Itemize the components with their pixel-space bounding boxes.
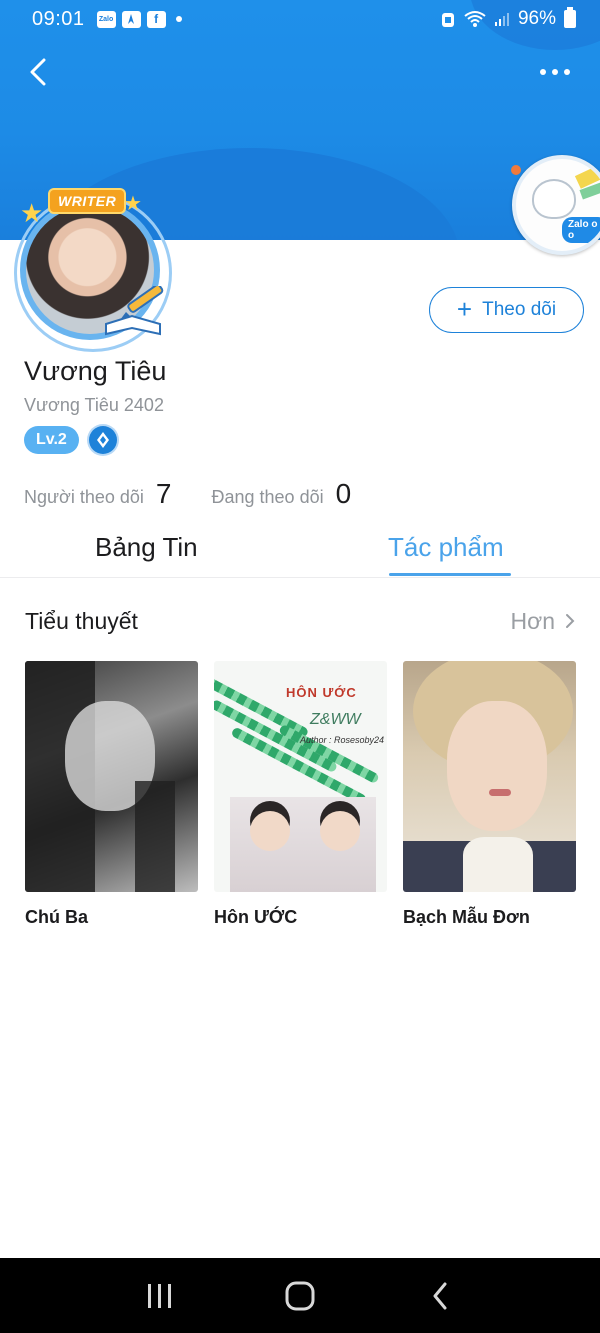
tab-news-feed[interactable]: Bảng Tin (95, 532, 198, 563)
book-title[interactable]: Chú Ba (25, 907, 198, 928)
status-bar: 09:01 Zalo f 96% (0, 0, 600, 38)
chevron-left-icon (30, 58, 46, 86)
section-title: Tiểu thuyết (25, 607, 138, 634)
star-icon: ★ (124, 193, 142, 215)
back-arrow-icon (433, 1282, 447, 1309)
profile-username: Vương Tiêu 2402 (24, 395, 164, 415)
status-time: 09:01 (32, 7, 85, 30)
profile-badges: Lv.2 (24, 426, 117, 454)
active-tab-indicator (389, 573, 511, 576)
recent-apps-icon (148, 1283, 171, 1308)
novels-section-header: Tiểu thuyết Hơn (25, 604, 575, 638)
writer-badge: WRITER (50, 190, 125, 212)
status-right: 96% (440, 7, 576, 30)
home-button[interactable] (270, 1266, 330, 1326)
home-icon (285, 1281, 315, 1310)
zalo-notification-icon: Zalo (96, 10, 116, 28)
profile-avatar[interactable]: WRITER ★ ★ (6, 190, 176, 352)
alarm-icon (441, 13, 454, 27)
book-card[interactable]: Chú Ba (25, 661, 198, 928)
more-link-label: Hơn (510, 607, 555, 634)
sticker-label: Zalo o o (562, 217, 600, 243)
dot-icon (552, 69, 558, 75)
star-icon: ★ (20, 198, 44, 228)
book-card[interactable]: Bạch Mẫu Đơn (403, 661, 576, 928)
pen-book-icon (105, 286, 164, 336)
wifi-icon (464, 11, 486, 27)
plus-icon: + (456, 294, 473, 324)
sticker-indicator-dot (511, 165, 521, 175)
cover-subtitle: Z&WW (310, 711, 361, 728)
top-nav (0, 44, 600, 100)
cover-title: HÔN ƯỚC (286, 685, 357, 700)
followers-count[interactable]: 7 (156, 478, 172, 510)
app-notification-icon (121, 10, 141, 28)
book-title[interactable]: Bạch Mẫu Đơn (403, 907, 576, 928)
tab-works[interactable]: Tác phẩm (388, 532, 504, 563)
more-notifications-dot (175, 16, 182, 22)
signal-icon (494, 13, 509, 26)
followers-label[interactable]: Người theo dõi (24, 487, 144, 508)
book-cover[interactable] (25, 661, 198, 892)
level-badge[interactable]: Lv.2 (24, 426, 79, 454)
back-button[interactable] (18, 48, 58, 96)
system-back-button[interactable] (410, 1266, 470, 1326)
system-nav-bar (0, 1258, 600, 1333)
recent-apps-button[interactable] (130, 1266, 190, 1326)
more-options-button[interactable] (530, 48, 580, 96)
follow-button-label: Theo dõi (482, 299, 557, 320)
following-label[interactable]: Đang theo dõi (212, 487, 324, 508)
notification-icons: Zalo f (96, 10, 182, 28)
cover-author: Author : Rosesoby24 (300, 735, 385, 745)
book-cover[interactable]: HÔN ƯỚC Z&WW Author : Rosesoby24 (214, 661, 387, 892)
following-count[interactable]: 0 (336, 478, 352, 510)
chevron-right-icon (566, 614, 575, 628)
novel-list: Chú Ba HÔN ƯỚC Z&WW Author : Rosesoby24 … (25, 661, 576, 928)
battery-percentage: 96% (517, 8, 556, 29)
follow-button[interactable]: + Theo dõi (429, 287, 584, 333)
more-link[interactable]: Hơn (511, 608, 575, 635)
book-card[interactable]: HÔN ƯỚC Z&WW Author : Rosesoby24 Hôn ƯỚC (214, 661, 387, 928)
dot-icon (540, 69, 546, 75)
book-cover[interactable] (403, 661, 576, 892)
battery-icon (564, 7, 576, 28)
book-title[interactable]: Hôn ƯỚC (214, 907, 387, 928)
dot-icon (564, 69, 570, 75)
profile-tabs: Bảng Tin Tác phẩm (0, 522, 600, 578)
creator-badge-icon[interactable] (88, 426, 117, 454)
facebook-notification-icon: f (146, 10, 166, 28)
profile-stats: Người theo dõi 7 Đang theo dõi 0 (24, 478, 351, 510)
profile-name: Vương Tiêu (24, 356, 167, 386)
zalo-sticker[interactable]: Zalo o o (512, 155, 600, 255)
